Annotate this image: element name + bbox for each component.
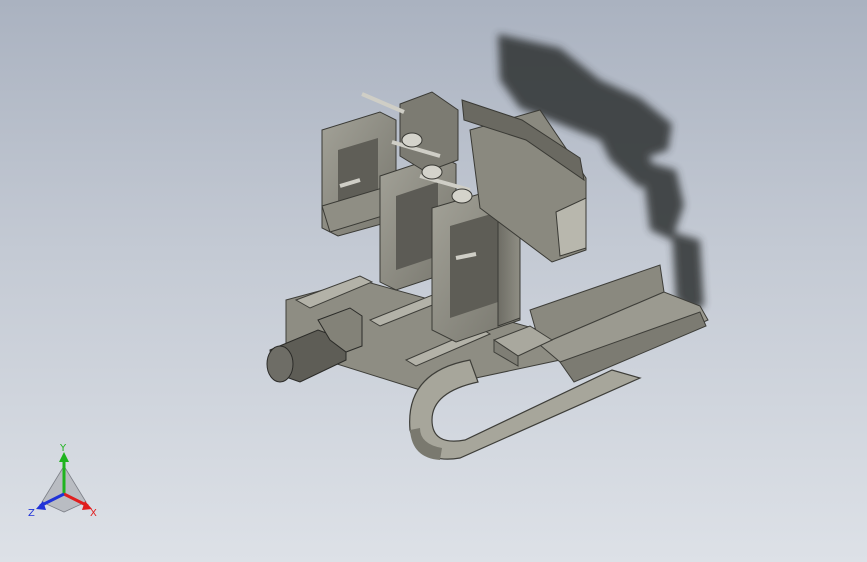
x-axis-label: X: [90, 508, 97, 519]
view-orientation-triad[interactable]: Y X Z: [28, 443, 97, 519]
cable-chain: [409, 359, 642, 460]
z-axis-label: Z: [28, 508, 35, 519]
y-axis-label: Y: [59, 443, 67, 454]
graphics-viewport[interactable]: Y X Z: [0, 0, 867, 562]
